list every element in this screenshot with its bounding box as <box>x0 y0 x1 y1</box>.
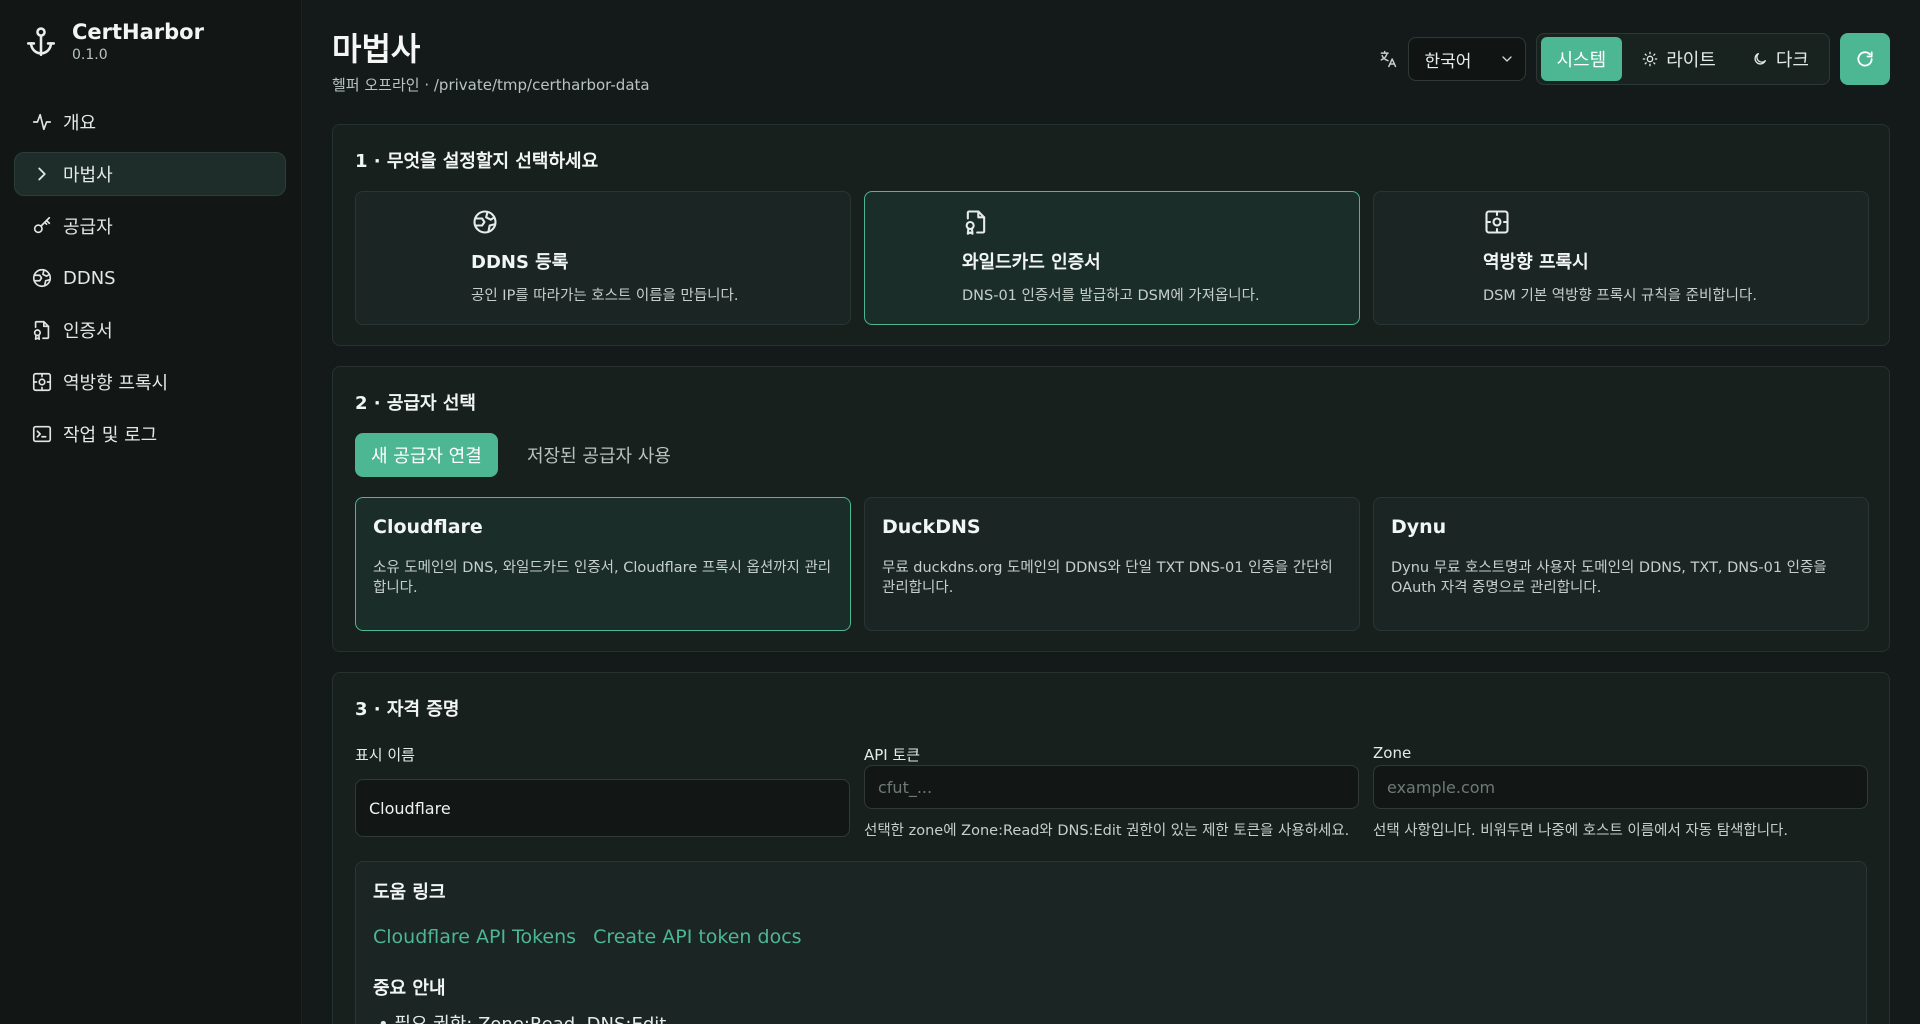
zone-hint: 선택 사항입니다. 비워두면 나중에 호스트 이름에서 자동 탐색합니다. <box>1373 823 1788 839</box>
globe-icon <box>31 267 53 289</box>
sidebar-item-label: 마법사 <box>63 165 113 186</box>
provider-desc: 무료 duckdns.org 도메인의 DDNS와 단일 TXT DNS-01 … <box>882 560 1333 596</box>
step1-title: 1 · 무엇을 설정할지 선택하세요 <box>355 151 599 172</box>
sidebar-item-label: 작업 및 로그 <box>63 425 158 446</box>
option-reverse-proxy[interactable]: 역방향 프록시 DSM 기본 역방향 프록시 규칙을 준비합니다. <box>1373 191 1869 325</box>
provider-desc: Dynu 무료 호스트명과 사용자 도메인의 DDNS, TXT, DNS-01… <box>1391 560 1827 596</box>
brand: CertHarbor 0.1.0 <box>24 20 204 63</box>
theme-dark-label: 다크 <box>1775 50 1809 71</box>
language-select[interactable]: 한국어 <box>1407 37 1526 81</box>
tab-new-provider[interactable]: 새 공급자 연결 <box>355 433 498 477</box>
provider-desc: 소유 도메인의 DNS, 와일드카드 인증서, Cloudflare 프록시 옵… <box>373 560 832 596</box>
sidebar-item-certificates[interactable]: 인증서 <box>14 308 286 352</box>
option-title: DDNS 등록 <box>471 252 569 273</box>
refresh-button[interactable] <box>1840 33 1890 85</box>
anchor-icon <box>26 27 56 57</box>
provider-card-duckdns[interactable]: DuckDNS 무료 duckdns.org 도메인의 DDNS와 단일 TXT… <box>864 497 1360 631</box>
option-ddns-registration[interactable]: DDNS 등록 공인 IP를 따라가는 호스트 이름을 만듭니다. <box>355 191 851 325</box>
sidebar-item-label: 공급자 <box>63 217 113 238</box>
provider-name: Cloudflare <box>373 516 483 538</box>
provider-card-cloudflare[interactable]: Cloudflare 소유 도메인의 DNS, 와일드카드 인증서, Cloud… <box>355 497 851 631</box>
sidebar-item-label: DDNS <box>63 267 116 289</box>
step1-card: 1 · 무엇을 설정할지 선택하세요 DDNS 등록 공인 IP를 따라가는 호… <box>332 124 1890 346</box>
language-select-value: 한국어 <box>1424 51 1472 72</box>
provider-card-dynu[interactable]: Dynu Dynu 무료 호스트명과 사용자 도메인의 DDNS, TXT, D… <box>1373 497 1869 631</box>
option-desc: DSM 기본 역방향 프록시 규칙을 준비합니다. <box>1483 288 1757 304</box>
help-title: 도움 링크 <box>373 882 446 903</box>
refresh-icon <box>1857 51 1873 67</box>
sidebar-item-ddns[interactable]: DDNS <box>14 256 286 300</box>
page-subtitle: 헬퍼 오프라인 · /private/tmp/certharbor-data <box>332 76 650 94</box>
option-title: 역방향 프록시 <box>1483 252 1589 273</box>
page-title: 마법사 <box>332 30 421 68</box>
option-desc: DNS-01 인증서를 발급하고 DSM에 가져옵니다. <box>962 288 1260 304</box>
file-badge-icon <box>31 319 53 341</box>
translate-icon <box>1378 49 1398 69</box>
theme-light-button[interactable]: 라이트 <box>1626 37 1732 81</box>
topbar: 한국어 시스템 라이트 다크 <box>1378 33 1890 85</box>
app-version: 0.1.0 <box>72 47 108 63</box>
display-name-label: 표시 이름 <box>355 746 415 764</box>
sidebar-item-label: 개요 <box>63 113 97 134</box>
sidebar: CertHarbor 0.1.0 개요 마법사 공급자 DDNS 인증서 역방향… <box>0 0 302 1024</box>
provider-name: DuckDNS <box>882 516 981 538</box>
help-links: Cloudflare API Tokens Create API token d… <box>373 926 819 948</box>
notice-item-text: 필요 권한: Zone:Read, DNS:Edit. <box>394 1014 672 1024</box>
step2-title: 2 · 공급자 선택 <box>355 393 476 414</box>
option-title: 와일드카드 인증서 <box>962 252 1101 273</box>
notice-item: • 필요 권한: Zone:Read, DNS:Edit. <box>378 1010 672 1024</box>
theme-toggle-group: 시스템 라이트 다크 <box>1535 33 1830 85</box>
display-name-input[interactable]: Cloudflare <box>355 779 850 837</box>
step2-card: 2 · 공급자 선택 새 공급자 연결 저장된 공급자 사용 Cloudflar… <box>332 366 1890 652</box>
zone-label: Zone <box>1373 744 1412 762</box>
step3-title: 3 · 자격 증명 <box>355 699 460 720</box>
sidebar-item-overview[interactable]: 개요 <box>14 100 286 144</box>
sidebar-item-jobs-logs[interactable]: 작업 및 로그 <box>14 412 286 456</box>
activity-icon <box>31 111 53 133</box>
sidebar-item-label: 역방향 프록시 <box>63 373 169 394</box>
notice-title: 중요 안내 <box>373 978 446 999</box>
sidebar-item-label: 인증서 <box>63 321 113 342</box>
router-icon <box>1485 210 1509 234</box>
theme-light-label: 라이트 <box>1666 50 1716 71</box>
cloudflare-api-tokens-link[interactable]: Cloudflare API Tokens <box>373 926 576 948</box>
api-token-input[interactable]: cfut_... <box>864 765 1359 809</box>
sun-icon <box>1642 51 1658 67</box>
create-api-token-docs-link[interactable]: Create API token docs <box>593 926 801 948</box>
api-token-label: API 토큰 <box>864 746 921 764</box>
globe-icon <box>473 210 497 234</box>
sidebar-nav: 개요 마법사 공급자 DDNS 인증서 역방향 프록시 작업 및 로그 <box>14 100 286 464</box>
app-name: CertHarbor <box>72 20 204 44</box>
terminal-icon <box>31 423 53 445</box>
router-icon <box>31 371 53 393</box>
zone-input[interactable]: example.com <box>1373 765 1868 809</box>
theme-system-label: 시스템 <box>1556 50 1607 71</box>
theme-dark-button[interactable]: 다크 <box>1736 37 1825 81</box>
theme-system-button[interactable]: 시스템 <box>1540 37 1623 81</box>
sidebar-item-providers[interactable]: 공급자 <box>14 204 286 248</box>
sidebar-item-wizard[interactable]: 마법사 <box>14 152 286 196</box>
file-badge-icon <box>965 210 986 235</box>
help-panel: 도움 링크 Cloudflare API Tokens Create API t… <box>355 861 1867 1024</box>
sidebar-item-reverse-proxy[interactable]: 역방향 프록시 <box>14 360 286 404</box>
chevron-right-icon <box>31 163 53 185</box>
tab-saved-provider[interactable]: 저장된 공급자 사용 <box>527 433 671 477</box>
key-icon <box>31 215 53 237</box>
moon-icon <box>1754 53 1766 65</box>
chevron-down-icon <box>1501 56 1512 62</box>
step3-card: 3 · 자격 증명 표시 이름 Cloudflare API 토큰 cfut_.… <box>332 672 1890 1024</box>
api-token-hint: 선택한 zone에 Zone:Read와 DNS:Edit 권한이 있는 제한 … <box>864 823 1350 839</box>
provider-name: Dynu <box>1391 516 1447 538</box>
main-content: 마법사 헬퍼 오프라인 · /private/tmp/certharbor-da… <box>332 0 1890 1024</box>
option-wildcard-certificate[interactable]: 와일드카드 인증서 DNS-01 인증서를 발급하고 DSM에 가져옵니다. <box>864 191 1360 325</box>
option-desc: 공인 IP를 따라가는 호스트 이름을 만듭니다. <box>471 288 739 304</box>
